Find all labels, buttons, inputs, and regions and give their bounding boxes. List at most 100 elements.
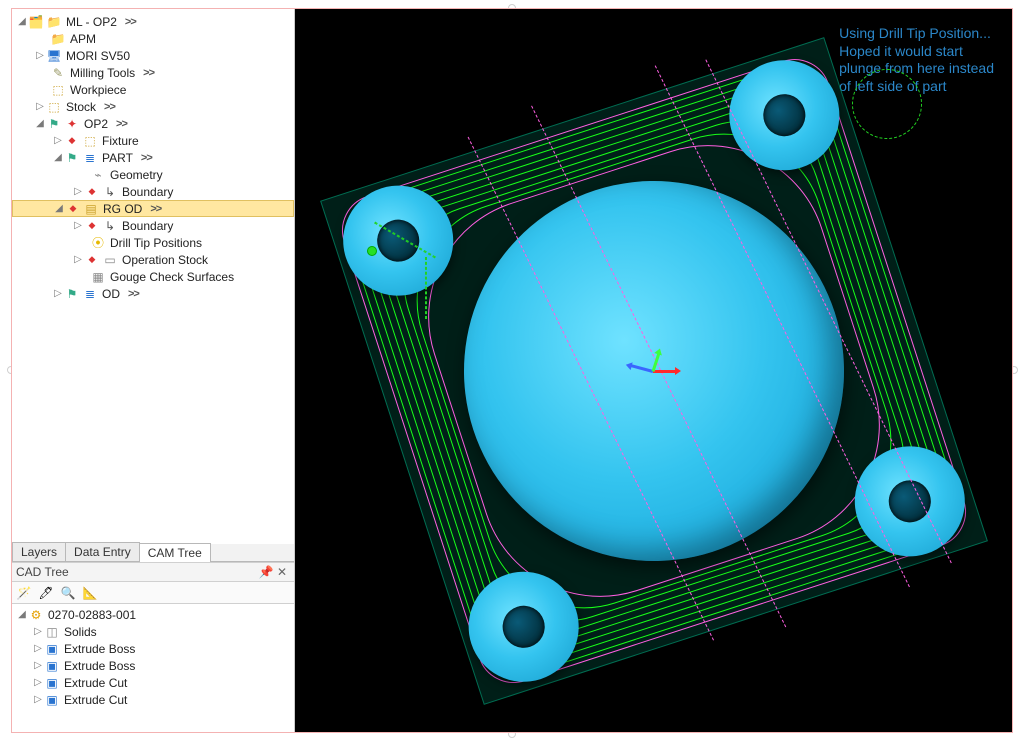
expand-icon[interactable]: ▷ xyxy=(32,677,44,689)
cad-item-extrude-cut-1[interactable]: ▷ ▣ Extrude Cut xyxy=(12,674,294,691)
collapse-icon[interactable]: ◢ xyxy=(53,203,65,215)
collapse-icon[interactable]: ◢ xyxy=(16,16,28,28)
tree-item-rg-od[interactable]: ◢ ◆ ▤ RG OD >> xyxy=(12,200,294,217)
surface-icon: ▦ xyxy=(90,269,106,285)
tree-item-milling-tools[interactable]: ✎ Milling Tools >> xyxy=(12,64,294,81)
tree-label: PART xyxy=(100,151,133,165)
toolbar-btn-4[interactable]: 📐 xyxy=(80,583,100,603)
tab-layers[interactable]: Layers xyxy=(12,542,66,561)
op-icon: ⚑ xyxy=(46,116,62,132)
cad-item-extrude-boss-2[interactable]: ▷ ▣ Extrude Boss xyxy=(12,657,294,674)
tree-item-od[interactable]: ▷ ⚑ ≣ OD >> xyxy=(12,285,294,302)
tree-item-drill-tip[interactable]: ⦿ Drill Tip Positions xyxy=(12,234,294,251)
drill-point-marker xyxy=(367,246,377,256)
flag-icon: ⚑ xyxy=(64,150,80,166)
expand-icon[interactable]: ▷ xyxy=(72,220,84,232)
cad-item-extrude-cut-2[interactable]: ▷ ▣ Extrude Cut xyxy=(12,691,294,708)
tree-label: ML - OP2 xyxy=(64,15,117,29)
viewport-3d[interactable]: Using Drill Tip Position... Hoped it wou… xyxy=(295,9,1012,732)
toolbar-btn-3[interactable]: 🔍 xyxy=(58,583,78,603)
tree-item-workpiece[interactable]: ⬚ Workpiece xyxy=(12,81,294,98)
tree-label: Fixture xyxy=(100,134,139,148)
stock-icon: ▭ xyxy=(102,252,118,268)
expand-chevrons[interactable]: >> xyxy=(141,152,152,164)
tree-item-boundary-2[interactable]: ▷ ◆ ↳ Boundary xyxy=(12,217,294,234)
cube-icon: ⬚ xyxy=(50,82,66,98)
layers-icon: ≣ xyxy=(82,286,98,302)
collapse-icon[interactable]: ◢ xyxy=(52,152,64,164)
expand-icon[interactable]: ▷ xyxy=(52,135,64,147)
expand-icon[interactable]: ▷ xyxy=(32,694,44,706)
toolbar-btn-2[interactable]: 🖊 xyxy=(36,583,56,603)
tree-label: Milling Tools xyxy=(68,66,135,80)
tree-item-fixture[interactable]: ▷ ◆ ⬚ Fixture xyxy=(12,132,294,149)
tree-label: Gouge Check Surfaces xyxy=(108,270,234,284)
tree-label: Extrude Cut xyxy=(62,693,127,707)
axes-icon: ✦ xyxy=(64,116,80,132)
tree-item-geometry[interactable]: ⌁ Geometry xyxy=(12,166,294,183)
cam-tree[interactable]: ◢ 🗂️ 📁 ML - OP2 >> 📁 APM ▷ 🖥 MORI SV50 ✎ xyxy=(12,9,294,544)
tree-label: Boundary xyxy=(120,185,173,199)
bolt-hole xyxy=(371,214,424,267)
expand-chevrons[interactable]: >> xyxy=(116,118,127,130)
expand-icon[interactable]: ▷ xyxy=(52,288,64,300)
folder-icon: 📁 xyxy=(50,31,66,47)
cam-root-icon: 🗂️ xyxy=(28,14,44,30)
expand-icon[interactable]: ▷ xyxy=(72,254,84,266)
cad-item-extrude-boss-1[interactable]: ▷ ▣ Extrude Boss xyxy=(12,640,294,657)
gear-icon: ⚙ xyxy=(28,607,44,623)
tree-label: Boundary xyxy=(120,219,173,233)
flag-icon: ⚑ xyxy=(64,286,80,302)
tree-label: Extrude Boss xyxy=(62,642,135,656)
tree-item-gouge-check[interactable]: ▦ Gouge Check Surfaces xyxy=(12,268,294,285)
tree-item-operation-stock[interactable]: ▷ ◆ ▭ Operation Stock xyxy=(12,251,294,268)
tab-data-entry[interactable]: Data Entry xyxy=(65,542,140,561)
modified-icon: ◆ xyxy=(84,184,100,200)
tree-label: RG OD xyxy=(101,202,142,216)
cad-root[interactable]: ◢ ⚙ 0270-02883-001 xyxy=(12,606,294,623)
feature-icon: ▣ xyxy=(44,658,60,674)
expand-chevrons[interactable]: >> xyxy=(128,288,139,300)
expand-icon[interactable]: ▷ xyxy=(72,186,84,198)
expand-icon[interactable]: ▷ xyxy=(34,50,46,62)
collapse-icon[interactable]: ◢ xyxy=(16,609,28,621)
tree-tabs: Layers Data Entry CAM Tree xyxy=(12,544,294,562)
op-rough-icon: ▤ xyxy=(83,201,99,217)
expand-chevrons[interactable]: >> xyxy=(150,203,161,215)
tree-item-boundary-1[interactable]: ▷ ◆ ↳ Boundary xyxy=(12,183,294,200)
toolbar-btn-1[interactable]: 🪄 xyxy=(14,583,34,603)
expand-icon[interactable]: ▷ xyxy=(32,643,44,655)
layers-icon: ≣ xyxy=(82,150,98,166)
tree-item-apm[interactable]: 📁 APM xyxy=(12,30,294,47)
close-icon[interactable]: ✕ xyxy=(274,564,290,580)
expand-icon[interactable]: ▷ xyxy=(34,101,46,113)
cad-tree-title: CAD Tree xyxy=(16,565,258,579)
bolt-hole xyxy=(497,600,550,653)
cad-item-solids[interactable]: ▷ ◫ Solids xyxy=(12,623,294,640)
expand-chevrons[interactable]: >> xyxy=(143,67,154,79)
machine-icon: 🖥 xyxy=(46,48,62,64)
tree-item-op2[interactable]: ◢ ⚑ ✦ OP2 >> xyxy=(12,115,294,132)
modified-icon: ◆ xyxy=(64,133,80,149)
boundary-icon: ↳ xyxy=(102,184,118,200)
tab-cam-tree[interactable]: CAM Tree xyxy=(139,543,211,562)
tree-label: Extrude Boss xyxy=(62,659,135,673)
tree-item-part[interactable]: ◢ ⚑ ≣ PART >> xyxy=(12,149,294,166)
collapse-icon[interactable]: ◢ xyxy=(34,118,46,130)
expand-chevrons[interactable]: >> xyxy=(104,101,115,113)
cad-tree-body[interactable]: ◢ ⚙ 0270-02883-001 ▷ ◫ Solids ▷ ▣ Extrud… xyxy=(12,604,294,732)
tree-item-mori[interactable]: ▷ 🖥 MORI SV50 xyxy=(12,47,294,64)
left-pane: ◢ 🗂️ 📁 ML - OP2 >> 📁 APM ▷ 🖥 MORI SV50 ✎ xyxy=(12,9,295,732)
cad-tree-header[interactable]: CAD Tree 📌 ✕ xyxy=(12,562,294,582)
leadout-line xyxy=(425,257,427,319)
tree-item-stock[interactable]: ▷ ⬚ Stock >> xyxy=(12,98,294,115)
app-frame: ◢ 🗂️ 📁 ML - OP2 >> 📁 APM ▷ 🖥 MORI SV50 ✎ xyxy=(11,8,1013,733)
expand-icon[interactable]: ▷ xyxy=(32,626,44,638)
expand-chevrons[interactable]: >> xyxy=(125,16,136,28)
tree-root-mlop2[interactable]: ◢ 🗂️ 📁 ML - OP2 >> xyxy=(12,13,294,30)
tree-label: Solids xyxy=(62,625,97,639)
expand-icon[interactable]: ▷ xyxy=(32,660,44,672)
tree-label: Geometry xyxy=(108,168,163,182)
feature-icon: ▣ xyxy=(44,641,60,657)
pin-icon[interactable]: 📌 xyxy=(258,564,274,580)
